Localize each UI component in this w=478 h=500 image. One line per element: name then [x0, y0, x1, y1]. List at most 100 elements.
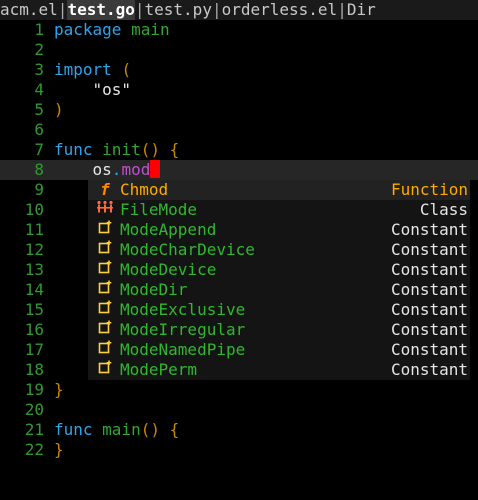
code-text: }: [54, 380, 64, 400]
completion-kind: Class: [419, 200, 468, 219]
line-number: 5: [34, 100, 44, 119]
completion-item[interactable]: ModeDir Constant: [88, 280, 470, 300]
completion-label: ModeExclusive: [120, 300, 246, 319]
code-token: main: [102, 420, 141, 439]
code-text: package main: [54, 20, 170, 40]
code-text: import (: [54, 60, 131, 80]
constant-icon: [94, 320, 116, 340]
code-token: import: [54, 60, 112, 79]
tab-orderless-el[interactable]: orderless.el: [222, 0, 338, 20]
code-line[interactable]: 4 "os": [0, 80, 478, 100]
code-text: func init() {: [54, 140, 179, 160]
tab-dir[interactable]: Dir: [347, 0, 376, 20]
completion-kind: Constant: [390, 300, 468, 319]
completion-kind: Constant: [390, 260, 468, 279]
code-token: main: [131, 20, 170, 39]
completion-label: ModeDir: [120, 280, 188, 299]
constant-icon: [94, 360, 116, 380]
completion-item[interactable]: ModeIrregular Constant: [88, 320, 470, 340]
line-number: 18: [24, 360, 44, 379]
line-number: 14: [24, 280, 44, 299]
completion-kind: Constant: [390, 340, 468, 359]
line-number: 1: [34, 20, 44, 39]
completion-item[interactable]: FileMode Class: [88, 200, 470, 220]
code-token: () {: [140, 420, 180, 439]
line-number: 20: [24, 400, 44, 419]
completion-popup: f Chmod Function FileMode Class ModeAppend Con…: [88, 180, 470, 380]
constant-icon: [94, 220, 116, 240]
line-number: 13: [24, 260, 44, 279]
code-line[interactable]: 20: [0, 400, 478, 420]
tab-bar: acm.el | test.go | test.py | orderless.e…: [0, 0, 478, 20]
code-line[interactable]: 2: [0, 40, 478, 60]
line-number: 9: [34, 180, 44, 199]
code-line[interactable]: 8 os.mod: [0, 160, 478, 180]
class-icon: [94, 200, 116, 221]
code-line[interactable]: 3 import (: [0, 60, 478, 80]
completion-item[interactable]: ModeExclusive Constant: [88, 300, 470, 320]
code-token: func: [54, 420, 93, 439]
code-token: os: [92, 160, 112, 179]
completion-item[interactable]: ModeAppend Constant: [88, 220, 470, 240]
line-number: 16: [24, 320, 44, 339]
tab-separator: |: [337, 0, 347, 19]
line-number: 6: [34, 120, 44, 139]
code-text: }: [54, 440, 64, 460]
line-number: 22: [24, 440, 44, 459]
constant-icon: [94, 340, 116, 360]
code-text: os.mod: [54, 160, 161, 180]
completion-label: Chmod: [120, 180, 169, 199]
code-token: func: [54, 140, 93, 159]
line-number: 3: [34, 60, 44, 79]
completion-kind: Constant: [390, 240, 468, 259]
tab-acm-el[interactable]: acm.el: [0, 0, 58, 20]
code-token: }: [54, 380, 64, 399]
code-line[interactable]: 21 func main() {: [0, 420, 478, 440]
code-line[interactable]: 6: [0, 120, 478, 140]
code-token: package: [54, 20, 122, 39]
completion-kind: Constant: [390, 220, 468, 239]
constant-icon: [94, 240, 116, 260]
completion-label: ModeCharDevice: [120, 240, 255, 259]
code-line[interactable]: 19}: [0, 380, 478, 400]
completion-kind: Constant: [390, 360, 468, 379]
constant-icon: [94, 260, 116, 280]
tab-separator: |: [57, 0, 68, 19]
completion-item[interactable]: ModeDevice Constant: [88, 260, 470, 280]
completion-item[interactable]: ModeNamedPipe Constant: [88, 340, 470, 360]
tab-test-go[interactable]: test.go: [67, 0, 135, 20]
completion-item[interactable]: f Chmod Function: [88, 180, 470, 200]
line-number: 10: [24, 200, 44, 219]
code-token: () {: [140, 140, 180, 159]
tab-separator: |: [134, 0, 145, 19]
completion-label: ModeIrregular: [120, 320, 246, 339]
constant-icon: [94, 300, 116, 320]
code-line[interactable]: 5): [0, 100, 478, 120]
completion-item[interactable]: ModePerm Constant: [88, 360, 470, 380]
constant-icon: [94, 280, 116, 300]
code-line[interactable]: 22}: [0, 440, 478, 460]
line-number: 21: [24, 420, 44, 439]
line-number: 8: [34, 160, 44, 179]
line-number: 12: [24, 240, 44, 259]
code-line[interactable]: 7 func init() {: [0, 140, 478, 160]
line-number: 4: [34, 80, 44, 99]
completion-kind: Constant: [390, 280, 468, 299]
code-token: }: [54, 440, 64, 459]
tab-separator: |: [211, 0, 222, 19]
completion-label: ModeAppend: [120, 220, 217, 239]
text-cursor: [150, 160, 161, 178]
code-text: ): [54, 100, 64, 120]
completion-kind: Constant: [390, 320, 468, 339]
code-token: mod: [121, 160, 151, 179]
code-line[interactable]: 1 package main: [0, 20, 478, 40]
completion-item[interactable]: ModeCharDevice Constant: [88, 240, 470, 260]
tab-test-py[interactable]: test.py: [145, 0, 212, 20]
line-number: 11: [24, 220, 44, 239]
